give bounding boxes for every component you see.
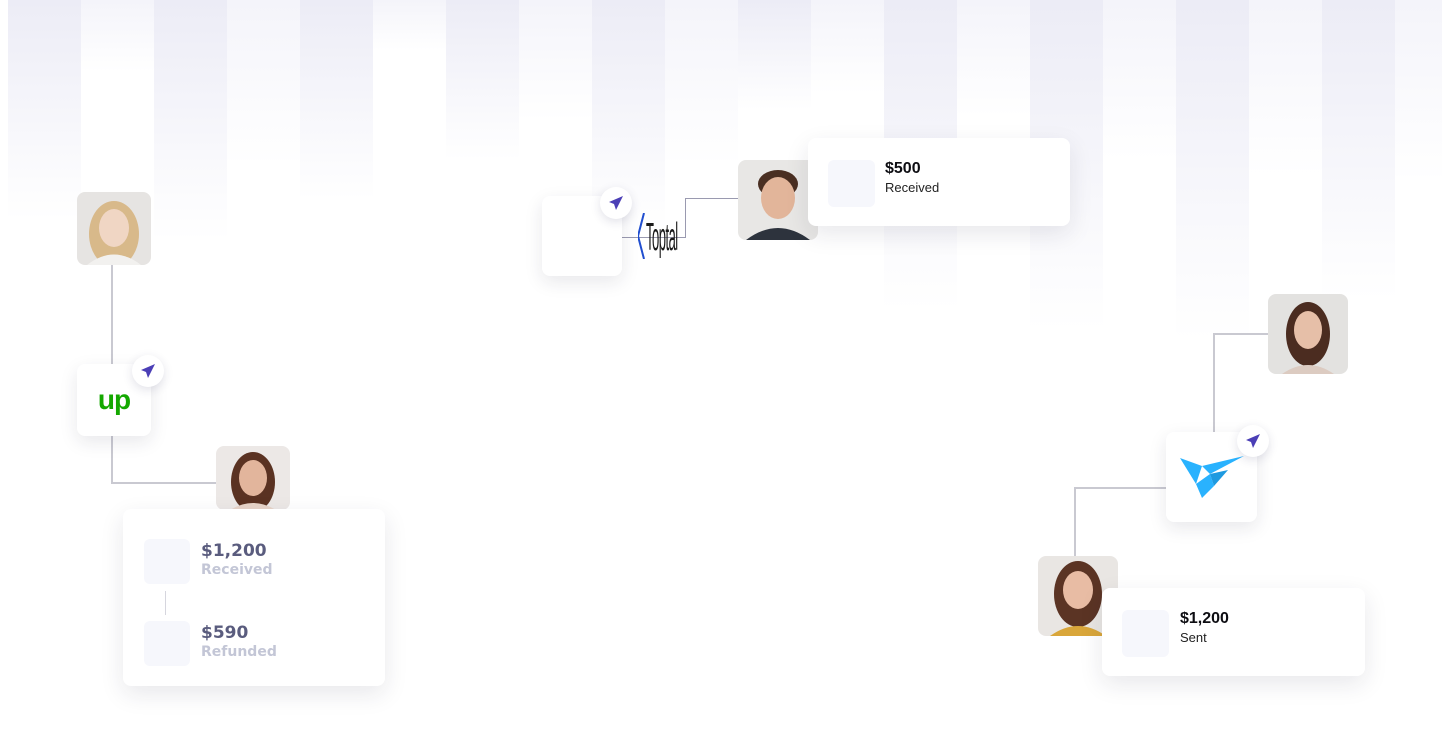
paper-plane-icon — [1237, 425, 1269, 457]
toptal-logo-text: Toptal — [646, 213, 678, 259]
background-stripe — [1103, 0, 1176, 160]
transaction-icon-box — [828, 160, 875, 207]
avatar-brunette-woman — [216, 446, 290, 510]
avatar-dark-haired-woman — [1268, 294, 1348, 374]
connector-line — [111, 434, 113, 483]
background-stripe — [1249, 0, 1322, 176]
background-stripes — [0, 0, 1442, 340]
transaction-label: Sent — [1180, 630, 1207, 645]
background-stripe — [738, 0, 811, 110]
background-stripe — [81, 0, 154, 72]
toptal-diamond-icon — [638, 213, 645, 259]
transaction-amount: $590 — [201, 623, 249, 643]
connector-line — [111, 264, 113, 364]
background-stripe — [1322, 0, 1395, 300]
background-stripe — [665, 0, 738, 165]
background-stripe — [8, 0, 81, 220]
connector-line — [111, 482, 217, 484]
connector-line — [685, 198, 740, 199]
background-stripe — [811, 0, 884, 94]
card-divider-line — [165, 591, 166, 615]
transaction-amount: $1,200 — [201, 541, 267, 561]
avatar-smiling-man — [738, 160, 818, 240]
background-stripe — [373, 0, 446, 50]
connector-line — [1074, 487, 1167, 489]
freelancer-logo — [1179, 456, 1244, 498]
transaction-card: $500 Received — [808, 138, 1070, 226]
connector-line — [1213, 333, 1269, 335]
paper-plane-icon — [600, 187, 632, 219]
connector-line — [685, 198, 686, 238]
background-stripe — [519, 0, 592, 121]
background-stripe — [1395, 0, 1442, 182]
connector-line — [1213, 333, 1215, 433]
transaction-icon-box — [144, 621, 190, 666]
paper-plane-icon — [132, 355, 164, 387]
transactions-card: $1,200 Received $590 Refunded — [123, 509, 385, 686]
transaction-card: $1,200 Sent — [1102, 588, 1365, 676]
avatar-blonde-woman — [77, 192, 151, 265]
transaction-label: Received — [201, 562, 273, 578]
transaction-amount: $1,200 — [1180, 610, 1229, 627]
transaction-amount: $500 — [885, 160, 921, 177]
background-stripe — [154, 0, 227, 240]
background-stripe — [957, 0, 1030, 116]
transaction-label: Refunded — [201, 644, 277, 660]
transaction-icon-box — [1122, 610, 1169, 657]
background-stripe — [227, 0, 300, 165]
connector-line — [1074, 487, 1076, 557]
background-stripe — [300, 0, 373, 200]
upwork-logo: up — [97, 384, 131, 415]
background-stripe — [446, 0, 519, 160]
transaction-label: Received — [885, 180, 940, 195]
transaction-icon-box — [144, 539, 190, 584]
toptal-logo: Toptal — [638, 211, 680, 261]
background-stripe — [1176, 0, 1249, 340]
